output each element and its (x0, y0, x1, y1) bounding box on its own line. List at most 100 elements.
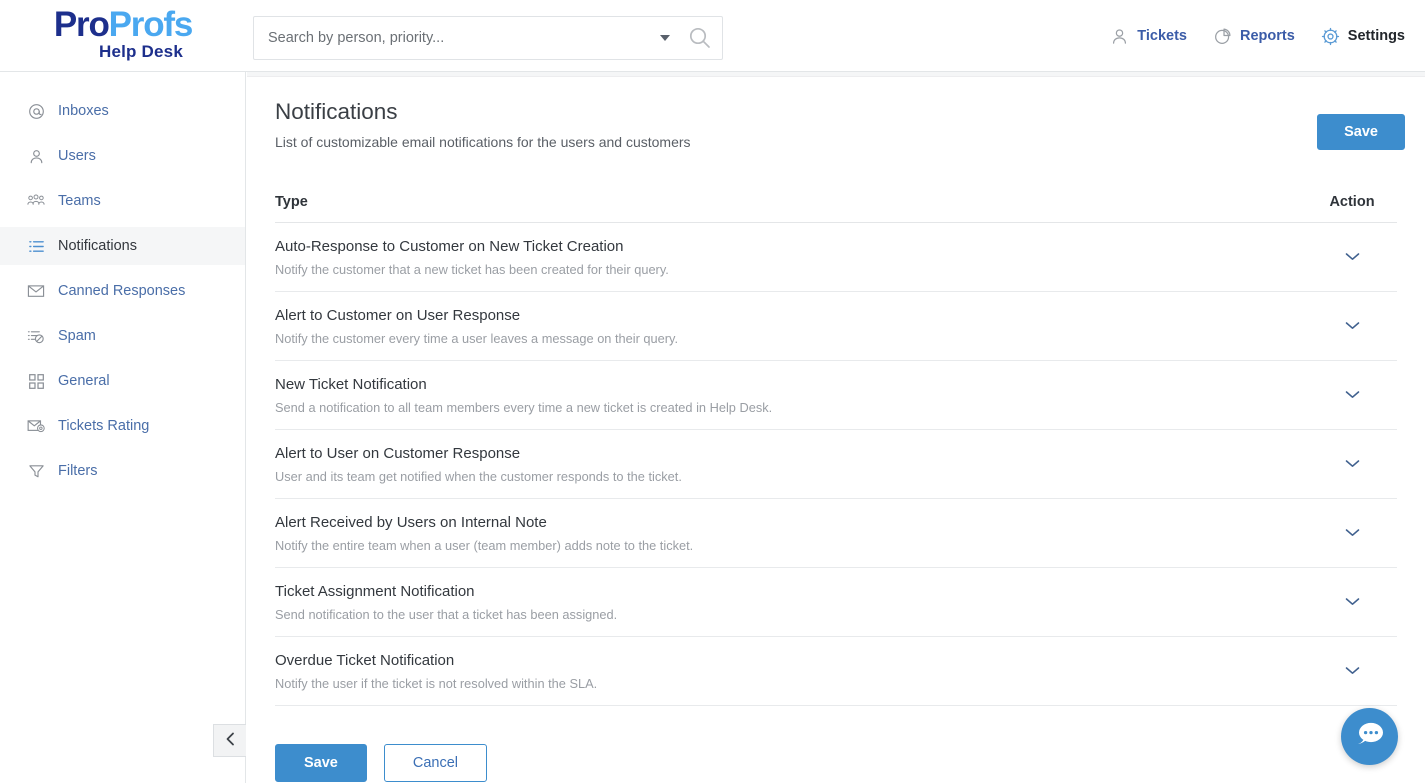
row-description: Notify the user if the ticket is not res… (275, 675, 1307, 692)
sidebar-item-label: Users (58, 148, 96, 164)
chevron-down-icon (1345, 456, 1360, 474)
sidebar-item-notifications[interactable]: Notifications (0, 227, 245, 265)
row-expand-button[interactable] (1307, 456, 1397, 474)
content-top-strip (247, 72, 1425, 77)
row-title: Alert to User on Customer Response (275, 444, 1307, 464)
app-logo[interactable]: ProProfs Help Desk (0, 0, 246, 72)
row-description: Send notification to the user that a tic… (275, 606, 1307, 623)
row-description: Notify the entire team when a user (team… (275, 537, 1307, 554)
sidebar-item-label: Notifications (58, 238, 137, 254)
row-expand-button[interactable] (1307, 387, 1397, 405)
row-title: Alert Received by Users on Internal Note (275, 513, 1307, 533)
row-title: Overdue Ticket Notification (275, 651, 1307, 671)
logo-text-pro: Pro (54, 5, 109, 44)
gear-icon (1321, 27, 1340, 46)
topnav-label: Tickets (1137, 28, 1187, 44)
grid-squares-icon (26, 373, 46, 390)
table-header-row: Type Action (275, 194, 1397, 223)
sidebar-item-users[interactable]: Users (0, 137, 245, 175)
spam-block-icon (26, 328, 46, 345)
notifications-table: Type Action Auto-Response to Customer on… (275, 194, 1397, 706)
row-type-cell: Ticket Assignment Notification Send noti… (275, 582, 1307, 623)
cancel-button[interactable]: Cancel (384, 744, 487, 782)
page-subtitle: List of customizable email notifications… (275, 134, 1395, 150)
form-actions: Save Cancel (275, 744, 1395, 782)
chevron-down-icon[interactable] (652, 35, 678, 41)
at-sign-icon (26, 103, 46, 120)
column-header-action: Action (1307, 194, 1397, 210)
sidebar-item-label: Filters (58, 463, 97, 479)
sidebar-item-filters[interactable]: Filters (0, 452, 245, 490)
row-type-cell: Alert Received by Users on Internal Note… (275, 513, 1307, 554)
topnav-item-settings[interactable]: Settings (1321, 27, 1405, 46)
main-content: Notifications List of customizable email… (247, 72, 1425, 783)
row-description: Notify the customer every time a user le… (275, 330, 1307, 347)
people-group-icon (26, 193, 46, 210)
row-title: Alert to Customer on User Response (275, 306, 1307, 326)
chevron-left-icon (225, 732, 236, 749)
chevron-down-icon (1345, 318, 1360, 336)
logo-subtitle: Help Desk (99, 42, 183, 61)
chat-bubble-icon (1353, 719, 1387, 754)
sidebar-item-teams[interactable]: Teams (0, 182, 245, 220)
row-type-cell: Alert to User on Customer Response User … (275, 444, 1307, 485)
row-expand-button[interactable] (1307, 249, 1397, 267)
row-expand-button[interactable] (1307, 525, 1397, 543)
chevron-down-icon (1345, 594, 1360, 612)
user-icon (26, 148, 46, 165)
save-button-top[interactable]: Save (1317, 114, 1405, 150)
column-header-type: Type (275, 194, 1307, 210)
pie-chart-icon (1213, 27, 1232, 46)
sidebar-item-label: Canned Responses (58, 283, 185, 299)
envelope-icon (26, 283, 46, 299)
chevron-down-icon (1345, 387, 1360, 405)
table-row: Alert to User on Customer Response User … (275, 430, 1397, 499)
topnav-label: Reports (1240, 28, 1295, 44)
sidebar-item-inboxes[interactable]: Inboxes (0, 92, 245, 130)
topnav-item-tickets[interactable]: Tickets (1110, 27, 1187, 46)
table-row: Alert Received by Users on Internal Note… (275, 499, 1397, 568)
sidebar-item-general[interactable]: General (0, 362, 245, 400)
table-row: Ticket Assignment Notification Send noti… (275, 568, 1397, 637)
row-description: Send a notification to all team members … (275, 399, 1307, 416)
sidebar-item-label: Teams (58, 193, 101, 209)
sidebar-item-tickets-rating[interactable]: Tickets Rating (0, 407, 245, 445)
row-type-cell: Overdue Ticket Notification Notify the u… (275, 651, 1307, 692)
logo-wordmark: ProProfs (54, 8, 192, 42)
chevron-down-icon (1345, 525, 1360, 543)
sidebar-collapse-button[interactable] (213, 724, 246, 757)
left-sidebar: Inboxes Users Teams (0, 72, 246, 783)
page-title: Notifications (275, 99, 1395, 125)
row-title: New Ticket Notification (275, 375, 1307, 395)
chevron-down-icon (1345, 663, 1360, 681)
sidebar-item-label: General (58, 373, 110, 389)
logo-text-profs: Profs (109, 5, 192, 44)
row-type-cell: Alert to Customer on User Response Notif… (275, 306, 1307, 347)
list-icon (26, 238, 46, 255)
sidebar-item-canned-responses[interactable]: Canned Responses (0, 272, 245, 310)
chat-widget-button[interactable] (1341, 708, 1398, 765)
row-expand-button[interactable] (1307, 594, 1397, 612)
topnav-label: Settings (1348, 28, 1405, 44)
row-expand-button[interactable] (1307, 318, 1397, 336)
topnav-item-reports[interactable]: Reports (1213, 27, 1295, 46)
sidebar-item-spam[interactable]: Spam (0, 317, 245, 355)
envelope-gear-icon (26, 418, 46, 434)
top-navigation: Tickets Reports (1110, 0, 1405, 72)
row-title: Auto-Response to Customer on New Ticket … (275, 237, 1307, 257)
table-row: New Ticket Notification Send a notificat… (275, 361, 1397, 430)
save-button[interactable]: Save (275, 744, 367, 782)
search-input[interactable] (254, 30, 652, 46)
table-row: Alert to Customer on User Response Notif… (275, 292, 1397, 361)
row-type-cell: Auto-Response to Customer on New Ticket … (275, 237, 1307, 278)
row-description: Notify the customer that a new ticket ha… (275, 261, 1307, 278)
row-expand-button[interactable] (1307, 663, 1397, 681)
user-icon (1110, 27, 1129, 46)
top-header-bar: ProProfs Help Desk Tickets (0, 0, 1425, 72)
row-title: Ticket Assignment Notification (275, 582, 1307, 602)
search-icon[interactable] (678, 25, 722, 51)
funnel-icon (26, 463, 46, 480)
global-search-box[interactable] (253, 16, 723, 60)
sidebar-item-label: Tickets Rating (58, 418, 149, 434)
table-row: Auto-Response to Customer on New Ticket … (275, 223, 1397, 292)
